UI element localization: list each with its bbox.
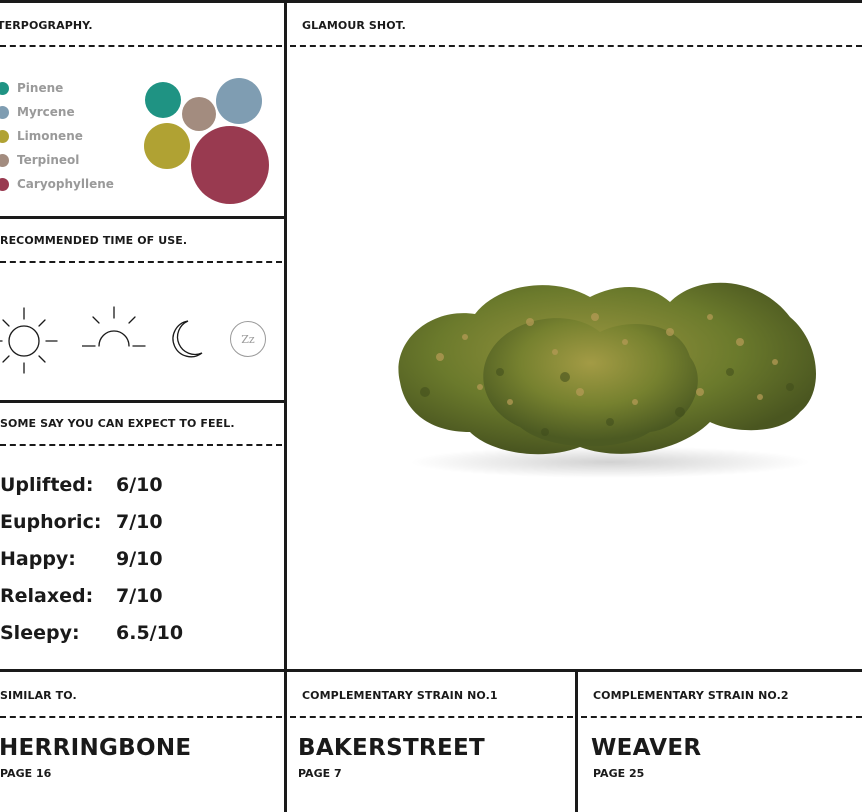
limonene-dot (0, 129, 9, 143)
comp1-heading: COMPLEMENTARY STRAIN NO.1 (302, 689, 498, 702)
comp2-strain-name[interactable]: WEAVER (591, 735, 701, 761)
legend-item-terpineol: Terpineol (0, 148, 114, 172)
effects-list: Uplifted: 6/10 Euphoric: 7/10 Happy: 9/1… (0, 466, 183, 651)
terpene-legend: Pinene Myrcene Limonene Terpineol Caryop… (0, 76, 114, 196)
caryophyllene-dot (0, 177, 9, 191)
legend-item-myrcene: Myrcene (0, 100, 114, 124)
comp2-dash (581, 716, 862, 718)
feel-dash (0, 444, 282, 446)
effect-row: Relaxed: 7/10 (0, 577, 183, 614)
myrcene-bubble (216, 78, 262, 124)
effect-row: Euphoric: 7/10 (0, 503, 183, 540)
effect-name: Uplifted: (0, 473, 94, 496)
comp1-strain-name[interactable]: BAKERSTREET (298, 735, 485, 761)
comp2-heading: COMPLEMENTARY STRAIN NO.2 (593, 689, 789, 702)
legend-label: Myrcene (17, 105, 75, 119)
terpineol-bubble (182, 97, 216, 131)
time-bottom-rule (0, 400, 286, 403)
terpene-bubbles (144, 78, 269, 204)
comp1-dash (290, 716, 573, 718)
moon-icon (172, 320, 203, 358)
strain-page: TERPOGRAPHY. GLAMOUR SHOT. RECOMMENDED T… (0, 0, 862, 812)
sleep-icon: Zz (230, 321, 266, 357)
cannabis-bud-photo (398, 282, 817, 478)
effect-rating: 6/10 (116, 473, 163, 496)
glamour-dash (290, 45, 862, 47)
comp1-strain-page: PAGE 7 (298, 767, 342, 780)
terpography-bottom-rule (0, 216, 286, 219)
legend-item-limonene: Limonene (0, 124, 114, 148)
effect-name: Euphoric: (0, 510, 102, 533)
legend-label: Limonene (17, 129, 83, 143)
similar-strain-page: PAGE 16 (0, 767, 52, 780)
effect-rating: 6.5/10 (116, 621, 184, 644)
time-dash (0, 261, 282, 263)
similar-strain-name[interactable]: HERRINGBONE (0, 735, 191, 761)
comp2-strain-page: PAGE 25 (593, 767, 645, 780)
complementary-divider (575, 669, 578, 812)
effect-name: Happy: (0, 547, 76, 570)
effect-row: Sleepy: 6.5/10 (0, 614, 183, 651)
legend-label: Caryophyllene (17, 177, 114, 191)
top-border (0, 0, 862, 3)
effect-rating: 9/10 (116, 547, 163, 570)
sunrise-icon (82, 306, 146, 347)
glamour-heading: GLAMOUR SHOT. (302, 19, 406, 32)
similar-heading: SIMILAR TO. (0, 689, 77, 702)
effect-name: Relaxed: (0, 584, 94, 607)
effect-rating: 7/10 (116, 584, 163, 607)
limonene-bubble (144, 123, 190, 169)
effect-row: Uplifted: 6/10 (0, 466, 183, 503)
sun-icon (0, 307, 58, 374)
myrcene-dot (0, 105, 9, 119)
caryophyllene-bubble (191, 126, 269, 204)
legend-label: Terpineol (17, 153, 80, 167)
similar-dash (0, 716, 282, 718)
time-of-use-heading: RECOMMENDED TIME OF USE. (0, 234, 188, 247)
terpography-heading: TERPOGRAPHY. (0, 19, 93, 32)
effect-row: Happy: 9/10 (0, 540, 183, 577)
pinene-dot (0, 81, 9, 95)
terpineol-dot (0, 153, 9, 167)
bottom-section-rule (0, 669, 862, 672)
effect-rating: 7/10 (116, 510, 163, 533)
legend-item-pinene: Pinene (0, 76, 114, 100)
effect-name: Sleepy: (0, 621, 80, 644)
pinene-bubble (145, 82, 181, 118)
left-column-divider (284, 0, 287, 812)
legend-label: Pinene (17, 81, 64, 95)
feel-heading: SOME SAY YOU CAN EXPECT TO FEEL. (0, 417, 235, 430)
terpography-dash (0, 45, 282, 47)
legend-item-caryophyllene: Caryophyllene (0, 172, 114, 196)
